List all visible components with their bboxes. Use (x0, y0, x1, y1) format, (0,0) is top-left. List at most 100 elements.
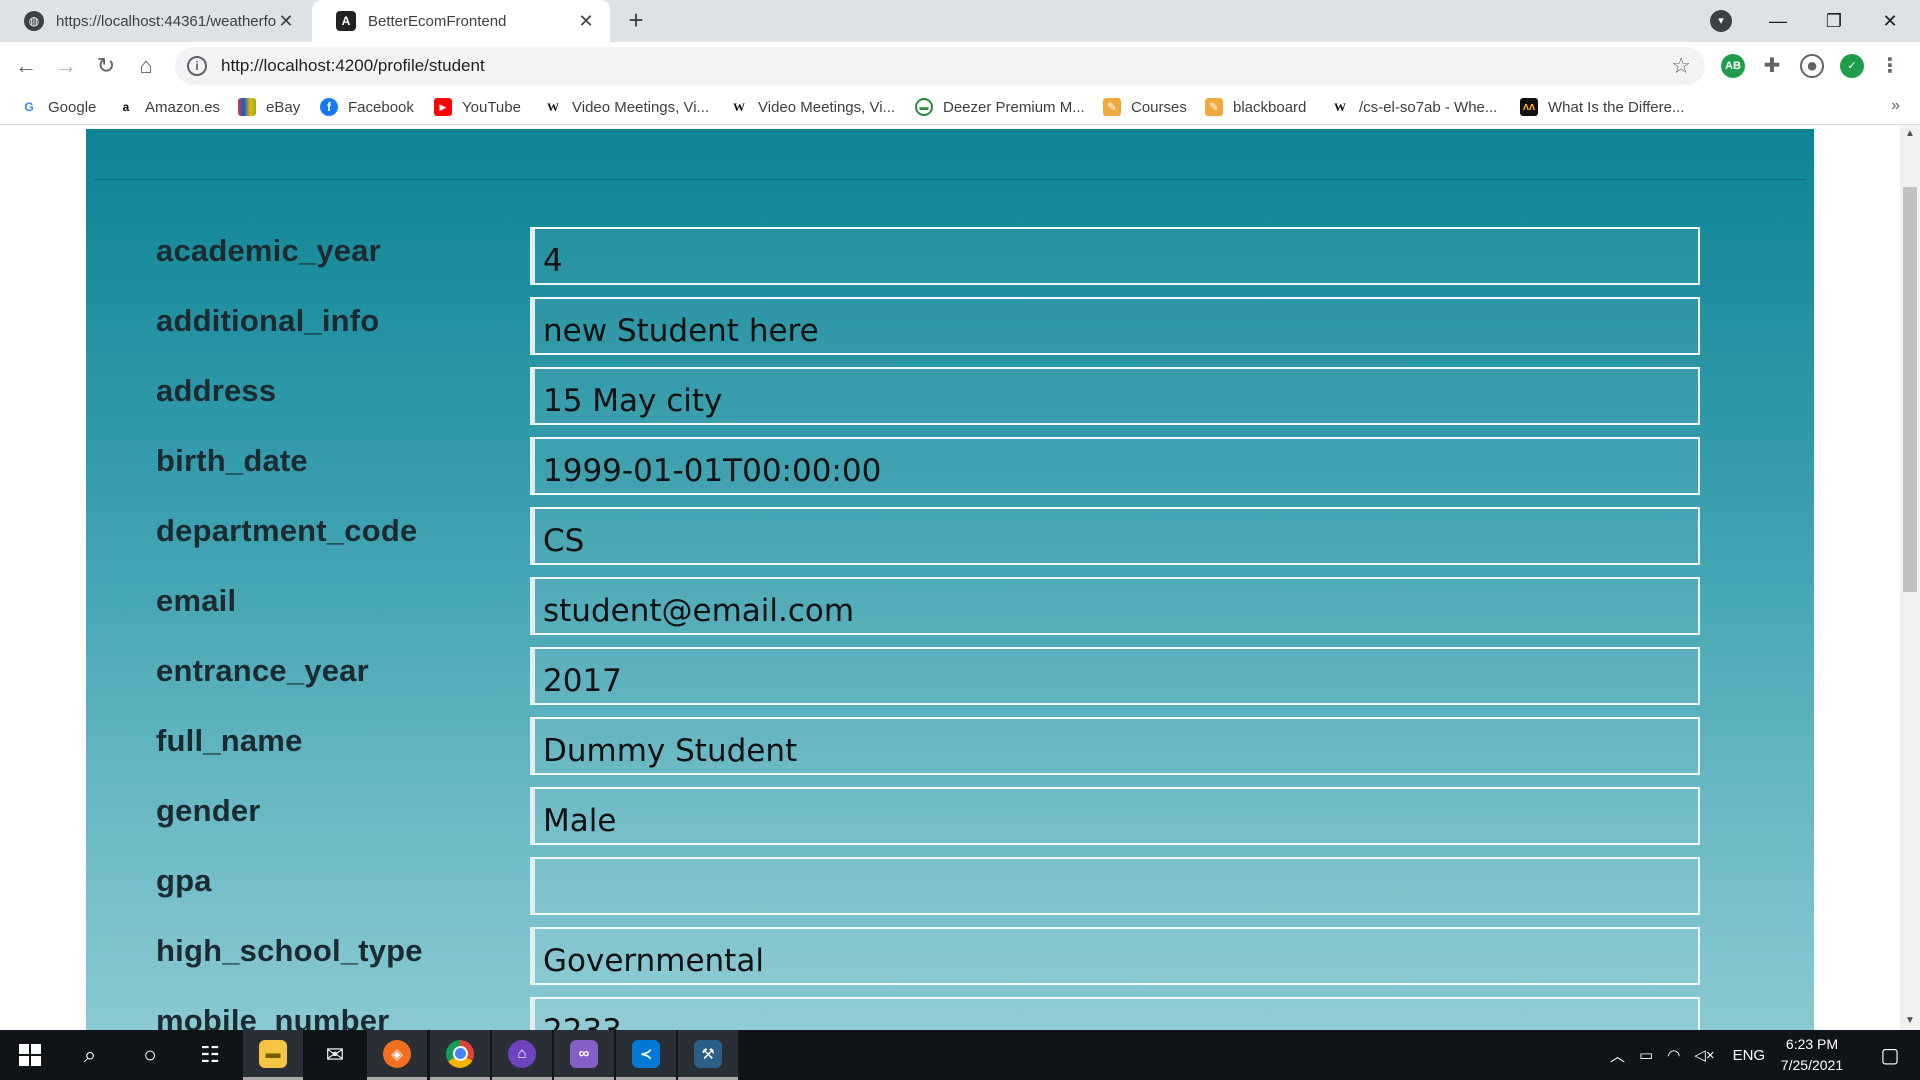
bookmark-label: Video Meetings, Vi... (758, 98, 896, 116)
chrome-icon[interactable] (430, 1030, 490, 1080)
bookmark-video-meetings-1[interactable]: W Video Meetings, Vi... (544, 96, 709, 118)
bookmark-google[interactable]: G Google (20, 96, 96, 118)
windows-logo-icon (19, 1044, 41, 1066)
window-close-icon[interactable]: ✕ (1862, 0, 1918, 42)
tab-search-icon[interactable]: ▾ (1710, 10, 1732, 32)
task-view-icon[interactable]: ☷ (180, 1030, 240, 1080)
cortana-icon[interactable]: ○ (120, 1030, 180, 1080)
tab-weatherforecast[interactable]: ◍ https://localhost:44361/weatherforecas… (0, 0, 310, 42)
field-label: entrance_year (156, 653, 369, 688)
field-label: gpa (156, 863, 212, 898)
birth-date-input[interactable]: 1999-01-01T00:00:00 (530, 437, 1700, 495)
menu-kebab-icon[interactable]: ⋮ (1878, 54, 1902, 78)
brave-browser-icon[interactable]: ◈ (367, 1030, 427, 1080)
bookmark-label: blackboard (1233, 98, 1307, 116)
forward-arrow-icon[interactable]: → (50, 50, 82, 82)
show-hidden-icons-icon[interactable]: ︿ (1610, 1045, 1625, 1066)
form-row-gpa: gpa (86, 857, 1814, 917)
mail-icon[interactable]: ✉ (305, 1030, 365, 1080)
browser-toolbar: ← → ↻ ⌂ i http://localhost:4200/profile/… (0, 42, 1920, 89)
panel-divider (94, 179, 1806, 180)
gender-input[interactable]: Male (530, 787, 1700, 845)
bookmark-label: /cs-el-so7ab - Whe... (1359, 98, 1498, 116)
back-arrow-icon[interactable]: ← (10, 50, 42, 82)
bookmark-blackboard[interactable]: ✎ blackboard (1205, 96, 1306, 118)
deezer-icon: ▬ (915, 98, 933, 116)
wifi-icon[interactable]: ◠ (1667, 1046, 1680, 1064)
scroll-up-icon[interactable]: ▲ (1900, 125, 1920, 143)
bookmark-facebook[interactable]: f Facebook (320, 96, 414, 118)
page-scrollbar[interactable]: ▲ ▼ (1900, 125, 1920, 1030)
bookmark-ebay[interactable]: eBay (238, 96, 300, 118)
notifications-icon[interactable]: ▢ (1860, 1030, 1920, 1080)
high-school-type-input[interactable]: Governmental (530, 927, 1700, 985)
mobile-number-input[interactable]: 2233 (530, 997, 1700, 1030)
address-bar[interactable]: i http://localhost:4200/profile/student … (175, 47, 1705, 85)
scroll-down-icon[interactable]: ▼ (1900, 1012, 1920, 1030)
bookmark-label: Video Meetings, Vi... (572, 98, 710, 116)
department-code-input[interactable]: CS (530, 507, 1700, 565)
close-icon[interactable]: ✕ (276, 11, 296, 32)
field-label: department_code (156, 513, 418, 548)
volume-muted-icon[interactable]: ◁× (1694, 1046, 1714, 1064)
bookmark-label: YouTube (462, 98, 521, 116)
visual-studio-icon[interactable]: ∞ (554, 1030, 614, 1080)
bookmarks-bar: G Google a Amazon.es eBay f Facebook ▶ Y… (0, 89, 1920, 125)
battery-icon[interactable]: ▭ (1639, 1046, 1653, 1064)
bookmark-cs-el-so7ab[interactable]: W /cs-el-so7ab - Whe... (1331, 96, 1497, 118)
restore-icon[interactable]: ❐ (1806, 0, 1862, 42)
clock-time: 6:23 PM (1785, 1036, 1839, 1052)
bookmark-youtube[interactable]: ▶ YouTube (434, 96, 521, 118)
bookmark-label: Amazon.es (145, 98, 221, 116)
entrance-year-input[interactable]: 2017 (530, 647, 1700, 705)
clock-date: 7/25/2021 (1780, 1057, 1844, 1073)
github-desktop-icon[interactable]: ⌂ (492, 1030, 552, 1080)
windows-taskbar: ⌕ ○ ☷ ▬ ✉ ◈ ⌂ ∞ ≺ ⚒ ︿ ▭ ◠ ◁× ENG 6:23 PM… (0, 1030, 1920, 1080)
field-label: address (156, 373, 277, 408)
home-icon[interactable]: ⌂ (130, 50, 162, 82)
field-label: mobile_number (156, 1003, 390, 1030)
bookmark-label: Courses (1131, 98, 1187, 116)
full-name-input[interactable]: Dummy Student (530, 717, 1700, 775)
student-profile-panel: academic_year 4 additional_info new Stud… (86, 129, 1814, 1030)
pencil-icon: ✎ (1205, 98, 1223, 116)
bookmark-courses[interactable]: ✎ Courses (1103, 96, 1187, 118)
search-icon[interactable]: ⌕ (60, 1030, 120, 1080)
bookmark-label: Facebook (348, 98, 414, 116)
email-input[interactable]: student@email.com (530, 577, 1700, 635)
bookmarks-overflow-icon[interactable]: » (1891, 97, 1900, 115)
tab-betterecomfrontend[interactable]: A BetterEcomFrontend ✕ (312, 0, 610, 42)
vscode-icon[interactable]: ≺ (616, 1030, 676, 1080)
new-tab-button[interactable]: + (622, 6, 650, 34)
minimize-icon[interactable]: — (1750, 0, 1806, 42)
field-label: birth_date (156, 443, 308, 478)
address-input[interactable]: 15 May city (530, 367, 1700, 425)
bookmark-what-is-the-difference[interactable]: ʌʌ What Is the Differe... (1520, 96, 1684, 118)
file-explorer-icon[interactable]: ▬ (243, 1030, 303, 1080)
bookmark-star-icon[interactable]: ☆ (1671, 53, 1691, 79)
adblock-icon[interactable]: AB (1721, 54, 1745, 78)
bookmark-deezer[interactable]: ▬ Deezer Premium M... (915, 96, 1085, 118)
close-icon[interactable]: ✕ (576, 11, 596, 32)
reload-icon[interactable]: ↻ (90, 50, 122, 82)
gpa-input[interactable] (530, 857, 1700, 915)
scrollbar-thumb[interactable] (1903, 187, 1917, 592)
clock[interactable]: 6:23 PM 7/25/2021 (1752, 1034, 1872, 1076)
bookmark-amazon[interactable]: a Amazon.es (117, 96, 220, 118)
academic-year-input[interactable]: 4 (530, 227, 1700, 285)
w-icon: W (1334, 99, 1346, 114)
shield-check-icon[interactable]: ✓ (1840, 54, 1864, 78)
form-row-birth-date: birth_date 1999-01-01T00:00:00 (86, 437, 1814, 497)
field-label: academic_year (156, 233, 381, 268)
profile-avatar-icon[interactable]: ● (1800, 54, 1824, 78)
address-url[interactable]: http://localhost:4200/profile/student (221, 56, 485, 76)
page-viewport: academic_year 4 additional_info new Stud… (0, 125, 1900, 1030)
waveform-icon: ʌʌ (1520, 98, 1538, 116)
extensions-puzzle-icon[interactable]: ✚ (1760, 54, 1784, 78)
additional-info-input[interactable]: new Student here (530, 297, 1700, 355)
bookmark-video-meetings-2[interactable]: W Video Meetings, Vi... (730, 96, 895, 118)
windows-start-icon[interactable] (0, 1030, 60, 1080)
info-icon[interactable]: i (187, 56, 207, 76)
google-icon: G (24, 100, 34, 114)
sql-server-icon[interactable]: ⚒ (678, 1030, 738, 1080)
